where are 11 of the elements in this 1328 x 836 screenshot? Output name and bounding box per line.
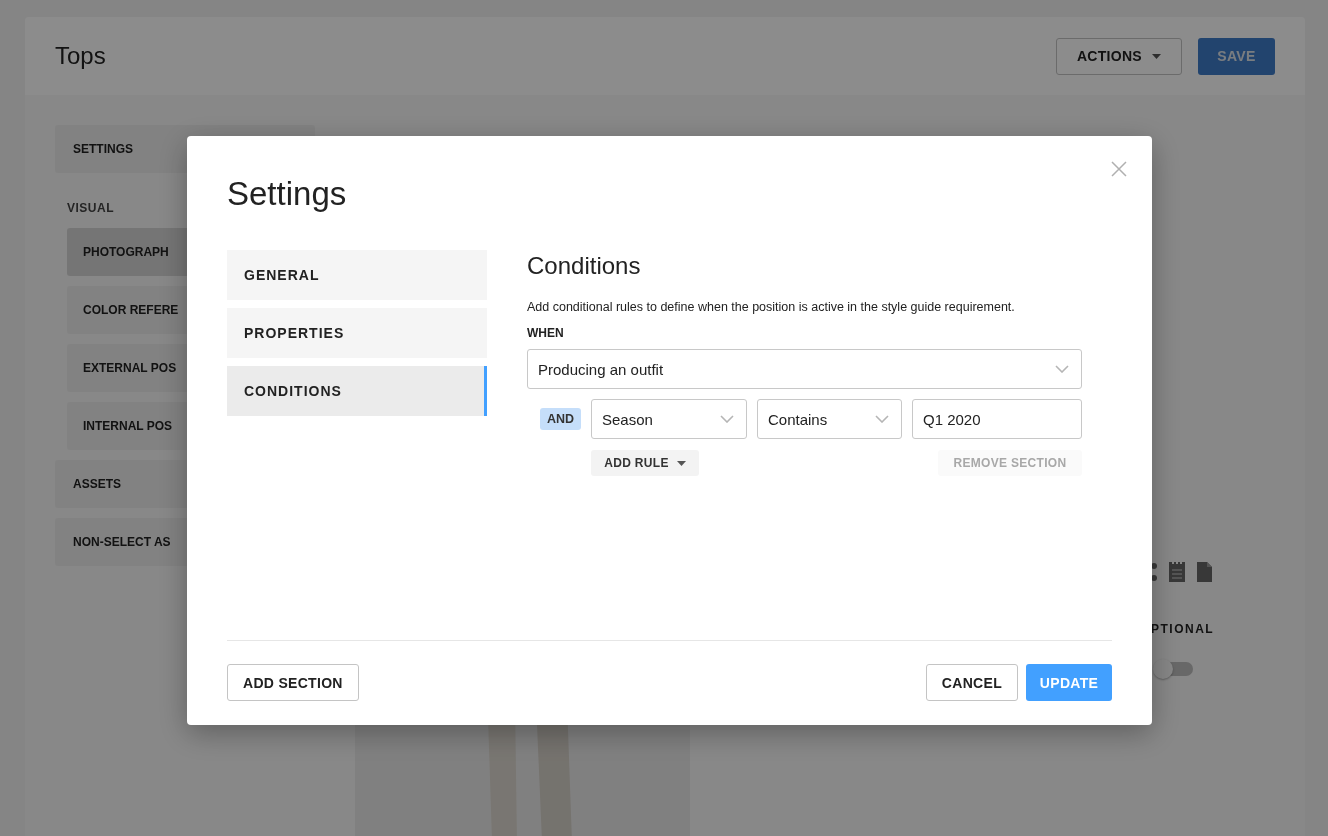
connector-label: AND — [539, 408, 581, 430]
field-label: WHEN — [527, 326, 565, 340]
dialog-title: Settings — [227, 174, 348, 214]
section-title: Conditions — [527, 251, 642, 281]
select-value: Season — [602, 410, 653, 428]
description-text: Add conditional rules to define when the position is active in the style guide requirement. — [527, 300, 1016, 314]
sidebar-heading: VISUAL — [67, 201, 115, 215]
optional-label: PTIONAL — [1150, 622, 1215, 636]
select-value: Producing an outfit — [538, 360, 664, 378]
page-title: Tops — [55, 42, 106, 70]
select-value: Contains — [768, 410, 828, 428]
